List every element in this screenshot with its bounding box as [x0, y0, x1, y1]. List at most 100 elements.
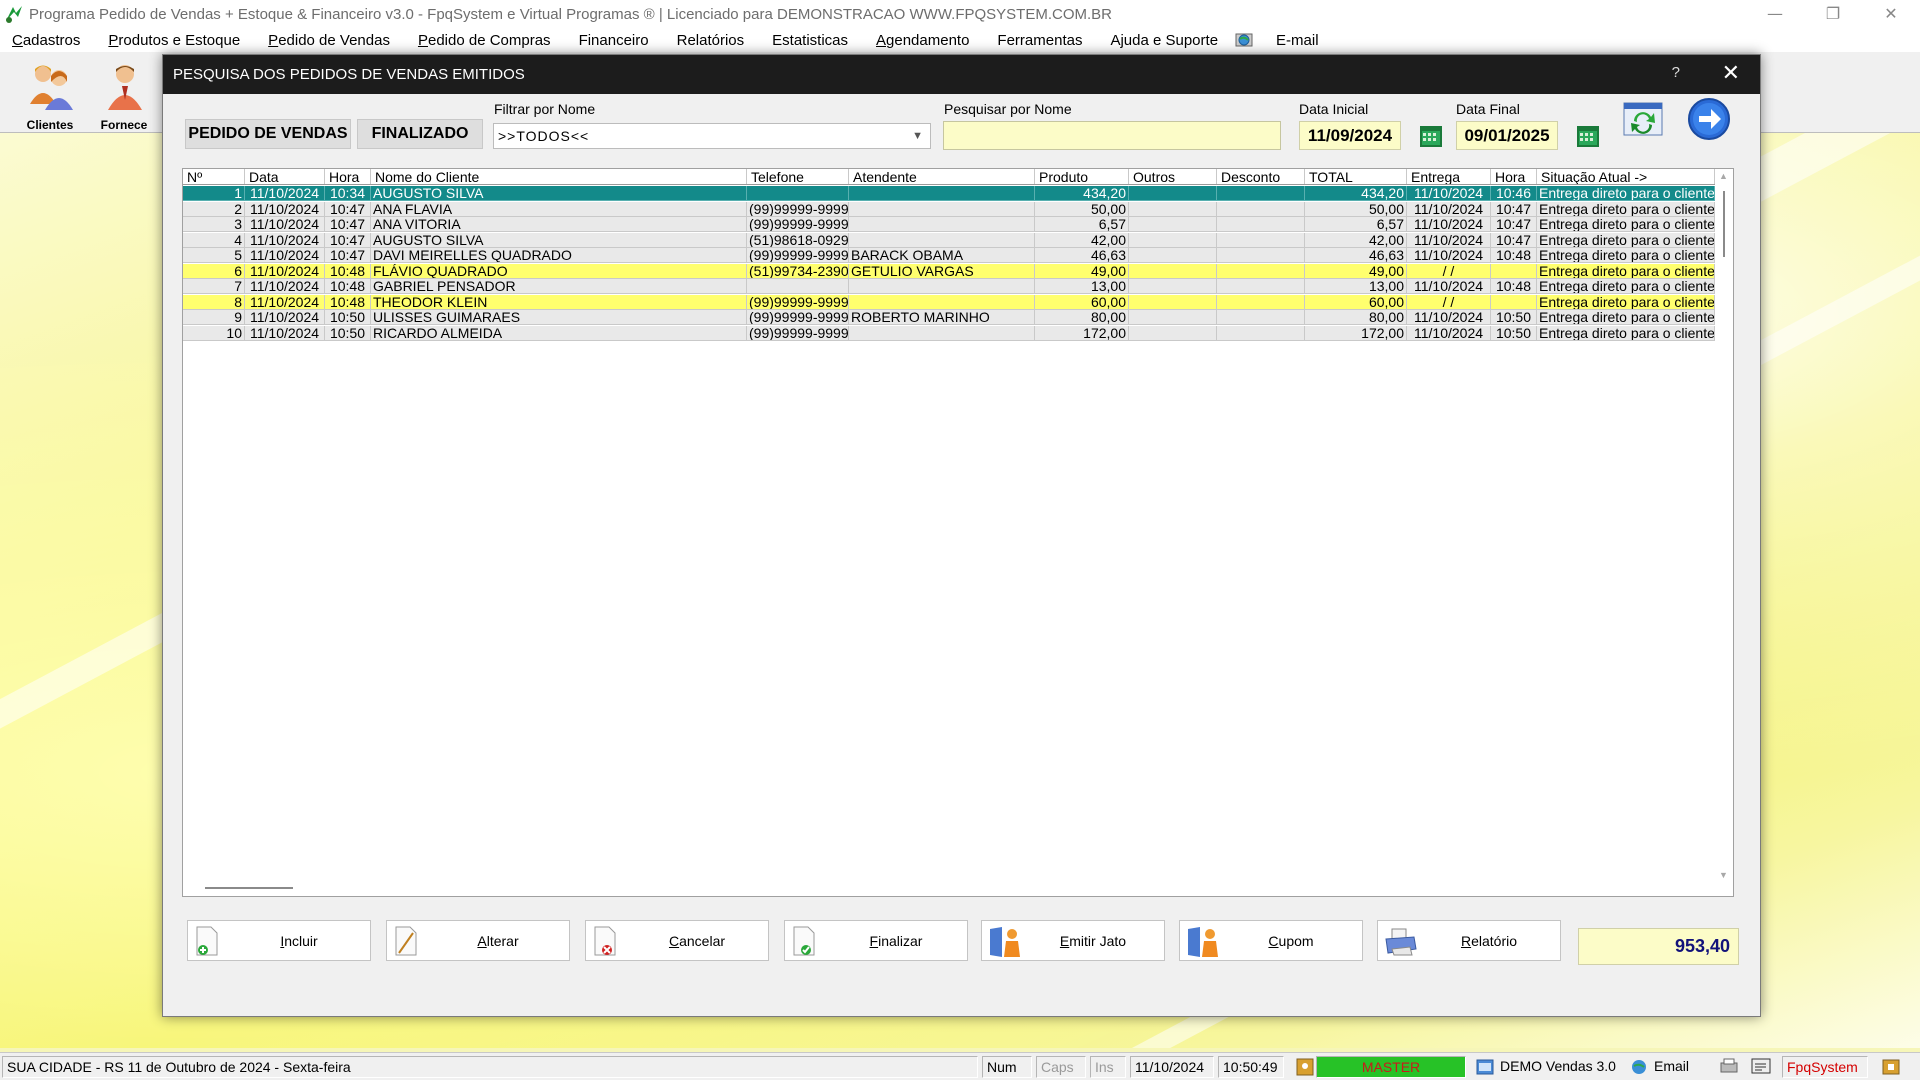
finalizar-button[interactable]: Finalizar: [784, 920, 968, 961]
menu-ferramentas[interactable]: Ferramentas: [997, 32, 1082, 49]
table-cell: 11/10/2024: [1407, 279, 1491, 294]
lock-settings-icon[interactable]: [1880, 1057, 1902, 1077]
column-header[interactable]: Hora: [325, 169, 371, 184]
table-cell: [1129, 232, 1217, 248]
menu-financeiro[interactable]: Financeiro: [579, 32, 649, 49]
menu-produtos-estoque[interactable]: Produtos e Estoque: [108, 32, 240, 49]
globe-icon[interactable]: [1234, 30, 1254, 50]
search-input[interactable]: [943, 121, 1281, 150]
print-status-icon[interactable]: [1718, 1057, 1740, 1077]
column-header[interactable]: Entrega: [1407, 169, 1491, 184]
table-cell: [849, 279, 1035, 294]
column-header[interactable]: Situação Atual ->: [1537, 169, 1715, 184]
refresh-icon[interactable]: [1622, 99, 1664, 139]
grid-header: Nº Data Hora Nome do Cliente Telefone Atenden…: [183, 169, 1715, 185]
table-row[interactable]: 3 11/10/2024 10:47 ANA VITORIA (99)99999-999…: [183, 217, 1715, 232]
alterar-button[interactable]: Alterar: [386, 920, 570, 961]
vertical-scrollbar[interactable]: ▲ ▼: [1715, 169, 1733, 882]
table-row[interactable]: 9 11/10/2024 10:50 ULISSES GUIMARAES (99)999…: [183, 310, 1715, 325]
table-cell: 80,00: [1305, 310, 1407, 325]
column-header[interactable]: Nome do Cliente: [371, 169, 747, 184]
status-caps: Caps: [1036, 1056, 1086, 1078]
clientes-button[interactable]: Clientes: [12, 58, 88, 132]
table-cell: 11/10/2024: [1407, 186, 1491, 201]
filter-select[interactable]: >>TODOS<< ▼: [493, 123, 931, 149]
menu-estatisticas[interactable]: Estatisticas: [772, 32, 848, 49]
table-cell: [1217, 186, 1305, 201]
horizontal-scroll-thumb[interactable]: [205, 887, 293, 889]
terminal-icon[interactable]: [1750, 1057, 1772, 1077]
column-header[interactable]: Produto: [1035, 169, 1129, 184]
status-email[interactable]: Email: [1650, 1056, 1716, 1078]
table-row[interactable]: 6 11/10/2024 10:48 FLÁVIO QUADRADO (51)99734…: [183, 263, 1715, 279]
table-cell: Entrega direto para o cliente: [1537, 294, 1715, 310]
pedidos-grid[interactable]: Nº Data Hora Nome do Cliente Telefone Atenden…: [182, 168, 1734, 897]
date-start-input[interactable]: 11/09/2024: [1299, 121, 1401, 150]
table-cell: Entrega direto para o cliente: [1537, 325, 1715, 341]
cupom-button[interactable]: Cupom: [1179, 920, 1363, 961]
table-row[interactable]: 4 11/10/2024 10:47 AUGUSTO SILVA (51)98618-0…: [183, 232, 1715, 248]
go-forward-icon[interactable]: [1687, 97, 1731, 141]
calendar-end-icon[interactable]: [1575, 123, 1601, 149]
table-cell: [747, 186, 849, 201]
scroll-down-icon[interactable]: ▼: [1719, 870, 1728, 880]
column-header[interactable]: Desconto: [1217, 169, 1305, 184]
help-button[interactable]: ?: [1672, 64, 1680, 81]
menu-cadastros[interactable]: Cadastros: [12, 32, 80, 49]
minimize-button[interactable]: —: [1746, 0, 1804, 28]
edit-pencil-icon: [395, 926, 417, 956]
table-cell: 50,00: [1035, 201, 1129, 217]
table-cell: 10:48: [325, 279, 371, 294]
table-row[interactable]: 1 11/10/2024 10:34 AUGUSTO SILVA 434,20 434,2…: [183, 186, 1715, 201]
cancelar-button[interactable]: Cancelar: [585, 920, 769, 961]
close-dialog-button[interactable]: ✕: [1722, 61, 1740, 86]
table-cell: 11/10/2024: [245, 217, 325, 232]
pesquisa-pedidos-dialog: PESQUISA DOS PEDIDOS DE VENDAS EMITIDOS …: [162, 54, 1761, 1017]
table-cell: ANA VITORIA: [371, 217, 747, 232]
chevron-down-icon: ▼: [912, 130, 924, 142]
column-header[interactable]: TOTAL: [1305, 169, 1407, 184]
column-header[interactable]: Nº: [183, 169, 245, 184]
scroll-up-icon[interactable]: ▲: [1719, 171, 1728, 181]
table-row[interactable]: 7 11/10/2024 10:48 GABRIEL PENSADOR 13,00 13,…: [183, 279, 1715, 294]
column-header[interactable]: Hora: [1491, 169, 1537, 184]
close-window-button[interactable]: ✕: [1862, 0, 1920, 28]
horizontal-scrollbar[interactable]: [183, 880, 1717, 896]
printer-icon: [1385, 928, 1417, 956]
column-header[interactable]: Data: [245, 169, 325, 184]
email-icon[interactable]: [1630, 1058, 1648, 1076]
table-cell: [1129, 263, 1217, 279]
calendar-start-icon[interactable]: [1418, 123, 1444, 149]
vertical-scroll-thumb[interactable]: [1723, 191, 1725, 257]
emitir-jato-button[interactable]: Emitir Jato: [981, 920, 1165, 961]
menu-pedido-compras[interactable]: Pedido de Compras: [418, 32, 551, 49]
relatorio-button[interactable]: Relatório: [1377, 920, 1561, 961]
date-end-input[interactable]: 09/01/2025: [1456, 121, 1558, 150]
menu-agendamento[interactable]: Agendamento: [876, 32, 969, 49]
table-cell: 7: [183, 279, 245, 294]
table-row[interactable]: 5 11/10/2024 10:47 DAVI MEIRELLES QUADRADO(…: [183, 248, 1715, 263]
tab-pedido-vendas[interactable]: PEDIDO DE VENDAS: [185, 119, 351, 149]
clientes-label: Clientes: [26, 118, 74, 132]
tab-finalizado[interactable]: FINALIZADO: [357, 119, 483, 149]
table-row[interactable]: 2 11/10/2024 10:47 ANA FLAVIA (99)99999-9999…: [183, 201, 1715, 217]
menu-relatorios[interactable]: Relatórios: [677, 32, 745, 49]
column-header[interactable]: Telefone: [747, 169, 849, 184]
finalizar-label: Finalizar: [869, 933, 923, 949]
fornece-button[interactable]: Fornece: [86, 58, 162, 132]
menu-email[interactable]: E-mail: [1276, 32, 1319, 49]
menu-ajuda-suporte[interactable]: Ajuda e Suporte: [1110, 32, 1218, 49]
restore-button[interactable]: ❐: [1804, 0, 1862, 28]
table-cell: 10:50: [325, 325, 371, 341]
table-cell: 49,00: [1035, 263, 1129, 279]
table-cell: 10: [183, 325, 245, 341]
table-cell: [1129, 325, 1217, 341]
menu-pedido-vendas[interactable]: Pedido de Vendas: [268, 32, 390, 49]
column-header[interactable]: Outros: [1129, 169, 1217, 184]
table-cell: 60,00: [1305, 294, 1407, 310]
incluir-button[interactable]: Incluir: [187, 920, 371, 961]
table-cell: [849, 294, 1035, 310]
table-row[interactable]: 10 11/10/2024 10:50 RICARDO ALMEIDA (99)9999…: [183, 325, 1715, 341]
column-header[interactable]: Atendente: [849, 169, 1035, 184]
table-row[interactable]: 8 11/10/2024 10:48 THEODOR KLEIN (99)99999-9…: [183, 294, 1715, 310]
